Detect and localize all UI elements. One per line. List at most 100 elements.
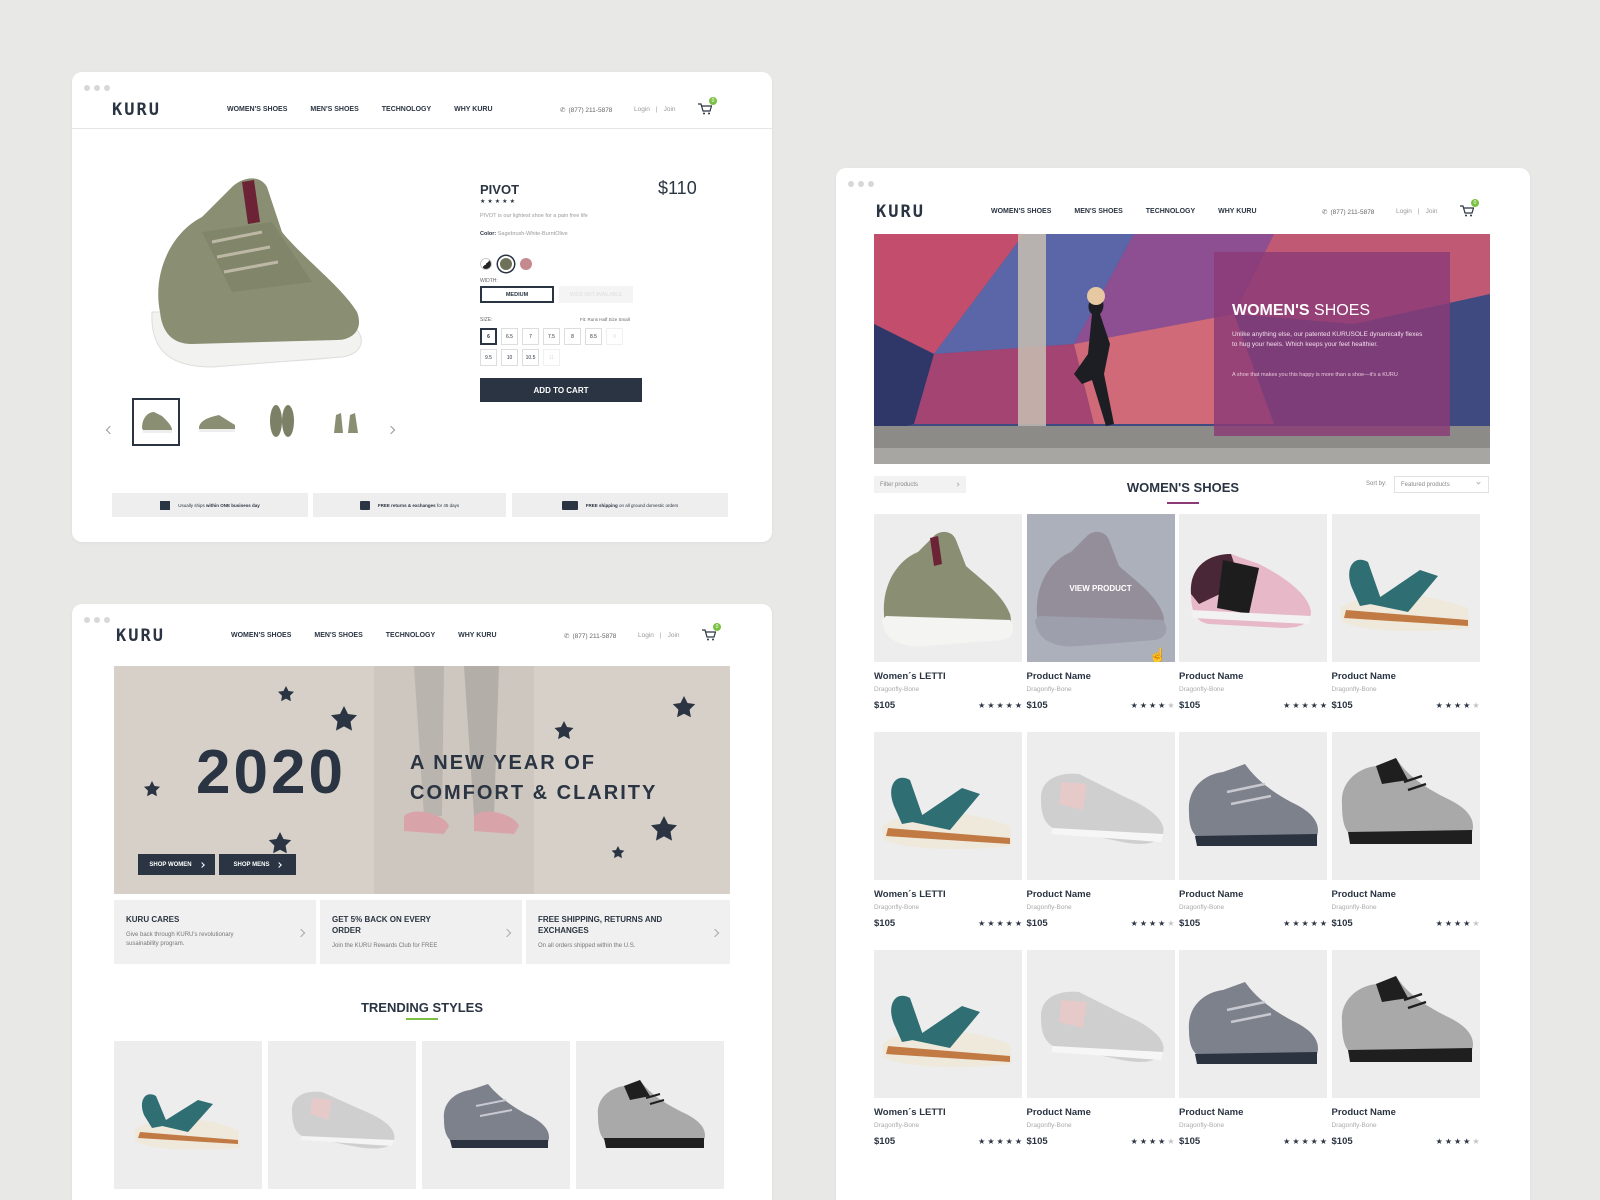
- login-link[interactable]: Login: [634, 106, 650, 113]
- width-medium-button[interactable]: MEDIUM: [480, 286, 554, 303]
- thumbnail-3[interactable]: [262, 400, 302, 442]
- product-image[interactable]: [874, 514, 1022, 662]
- shop-mens-button[interactable]: SHOP MENS: [219, 854, 296, 875]
- nav-technology[interactable]: TECHNOLOGY: [382, 106, 431, 113]
- join-link[interactable]: Join: [664, 106, 676, 113]
- phone-number[interactable]: ✆ (877) 211-5878: [560, 106, 612, 115]
- nav-mens[interactable]: MEN'S SHOES: [1074, 208, 1122, 215]
- product-colorway: Dragonfly-Bone: [1179, 1122, 1225, 1129]
- product-image[interactable]: [1026, 950, 1175, 1098]
- product-card[interactable]: Product Name Dragonfly-Bone $105 ★ ★ ★ ★ ★: [1331, 732, 1480, 929]
- product-card[interactable]: Product Name Dragonfly-Bone $105 ★ ★ ★ ★ ★: [1026, 950, 1175, 1147]
- size-option[interactable]: 10.5: [522, 349, 539, 366]
- nav-why-kuru[interactable]: WHY KURU: [458, 632, 496, 639]
- product-image[interactable]: [1179, 950, 1327, 1098]
- nav-womens[interactable]: WOMEN'S SHOES: [991, 208, 1051, 215]
- cart-icon[interactable]: 0: [702, 623, 721, 642]
- cart-icon[interactable]: 0: [698, 97, 717, 116]
- thumbnail-2[interactable]: [196, 402, 238, 444]
- product-card[interactable]: Product Name Dragonfly-Bone $105 ★ ★ ★ ★ ★: [1179, 950, 1327, 1147]
- login-link[interactable]: Login: [638, 632, 654, 639]
- trending-card-3[interactable]: [422, 1041, 570, 1189]
- product-card[interactable]: Women´s LETTI Dragonfly-Bone $105 ★ ★ ★ ★ ★: [874, 514, 1022, 711]
- sort-dropdown[interactable]: Featured products: [1394, 476, 1489, 493]
- swatch-black-white[interactable]: [480, 258, 492, 270]
- swatch-olive-selected[interactable]: [498, 256, 514, 272]
- product-name[interactable]: Product Name: [1332, 889, 1480, 900]
- product-card[interactable]: Women´s LETTI Dragonfly-Bone $105 ★ ★ ★ ★ ★: [874, 950, 1022, 1147]
- swatch-rose[interactable]: [520, 258, 532, 270]
- shop-women-button[interactable]: SHOP WOMEN: [138, 854, 215, 875]
- size-option[interactable]: 6: [480, 328, 497, 345]
- promo-kuru-cares[interactable]: KURU CARES Give back through KURU's revo…: [114, 900, 316, 964]
- product-name[interactable]: Product Name: [1027, 1107, 1175, 1118]
- size-option[interactable]: 7: [522, 328, 539, 345]
- product-image[interactable]: [1179, 514, 1327, 662]
- thumbnail-4[interactable]: [326, 402, 366, 442]
- phone-number[interactable]: ✆ (877) 211-5878: [564, 632, 616, 641]
- product-card[interactable]: Product Name Dragonfly-Bone $105 ★ ★ ★ ★ ★: [1179, 732, 1327, 929]
- product-image[interactable]: [1026, 732, 1175, 880]
- product-price: $105: [874, 918, 896, 929]
- trending-card-1[interactable]: [114, 1041, 262, 1189]
- trending-card-2[interactable]: [268, 1041, 416, 1189]
- nav-mens[interactable]: MEN'S SHOES: [314, 632, 362, 639]
- size-option[interactable]: 8: [564, 328, 581, 345]
- nav-technology[interactable]: TECHNOLOGY: [386, 632, 435, 639]
- product-name[interactable]: Product Name: [1179, 889, 1327, 900]
- product-card[interactable]: VIEW PRODUCT ☝ Product Name Dragonfly-Bone $…: [1026, 514, 1175, 711]
- benefit-shipping: FREE shipping on all ground domestic ord…: [512, 493, 728, 517]
- nav-womens[interactable]: WOMEN'S SHOES: [227, 106, 287, 113]
- trending-card-4[interactable]: [576, 1041, 724, 1189]
- kuru-logo[interactable]: KURU: [876, 202, 925, 222]
- thumb-next-arrow[interactable]: [386, 420, 398, 435]
- thumbnail-1[interactable]: [132, 398, 180, 446]
- product-card[interactable]: Women´s LETTI Dragonfly-Bone $105 ★ ★ ★ ★ ★: [874, 732, 1022, 929]
- product-image[interactable]: [1331, 950, 1480, 1098]
- promo-free-shipping[interactable]: FREE SHIPPING, RETURNS AND EXCHANGES On …: [526, 900, 730, 964]
- product-image[interactable]: [1331, 732, 1480, 880]
- product-image[interactable]: VIEW PRODUCT ☝: [1026, 514, 1175, 662]
- product-name[interactable]: Product Name: [1179, 671, 1327, 682]
- cart-icon[interactable]: 0: [1460, 199, 1479, 218]
- product-name[interactable]: Product Name: [1332, 1107, 1480, 1118]
- promo-rewards[interactable]: GET 5% BACK ON EVERY ORDER Join the KURU…: [320, 900, 522, 964]
- kuru-logo[interactable]: KURU: [116, 626, 165, 646]
- size-option[interactable]: 10: [501, 349, 518, 366]
- product-image[interactable]: [1179, 732, 1327, 880]
- thumb-prev-arrow[interactable]: [105, 420, 117, 435]
- size-option[interactable]: 8.5: [585, 328, 602, 345]
- nav-why-kuru[interactable]: WHY KURU: [454, 106, 492, 113]
- view-product-overlay[interactable]: VIEW PRODUCT ☝: [1026, 514, 1175, 662]
- product-image[interactable]: [874, 732, 1022, 880]
- product-name[interactable]: Women´s LETTI: [874, 671, 1022, 682]
- cart-count: 0: [713, 623, 721, 631]
- product-name[interactable]: Product Name: [1027, 671, 1175, 682]
- product-name[interactable]: Product Name: [1332, 671, 1480, 682]
- nav-mens[interactable]: MEN'S SHOES: [310, 106, 358, 113]
- product-image[interactable]: [874, 950, 1022, 1098]
- kuru-logo[interactable]: KURU: [112, 100, 161, 120]
- product-name[interactable]: Women´s LETTI: [874, 889, 1022, 900]
- add-to-cart-button[interactable]: ADD TO CART: [480, 378, 642, 402]
- chevron-right-icon: [502, 928, 512, 938]
- product-name[interactable]: Women´s LETTI: [874, 1107, 1022, 1118]
- product-card[interactable]: Product Name Dragonfly-Bone $105 ★ ★ ★ ★ ★: [1331, 514, 1480, 711]
- nav-technology[interactable]: TECHNOLOGY: [1146, 208, 1195, 215]
- size-option[interactable]: 6.5: [501, 328, 518, 345]
- product-name[interactable]: Product Name: [1027, 889, 1175, 900]
- product-card[interactable]: Product Name Dragonfly-Bone $105 ★ ★ ★ ★ ★: [1026, 732, 1175, 929]
- star-filled-icon: ★: [1435, 919, 1443, 928]
- join-link[interactable]: Join: [668, 632, 680, 639]
- size-option[interactable]: 9.5: [480, 349, 497, 366]
- nav-womens[interactable]: WOMEN'S SHOES: [231, 632, 291, 639]
- nav-why-kuru[interactable]: WHY KURU: [1218, 208, 1256, 215]
- login-link[interactable]: Login: [1396, 208, 1412, 215]
- product-card[interactable]: Product Name Dragonfly-Bone $105 ★ ★ ★ ★ ★: [1179, 514, 1327, 711]
- join-link[interactable]: Join: [1426, 208, 1438, 215]
- product-card[interactable]: Product Name Dragonfly-Bone $105 ★ ★ ★ ★ ★: [1331, 950, 1480, 1147]
- size-option[interactable]: 7.5: [543, 328, 560, 345]
- product-image[interactable]: [1331, 514, 1480, 662]
- phone-number[interactable]: ✆ (877) 211-5878: [1322, 208, 1374, 217]
- product-name[interactable]: Product Name: [1179, 1107, 1327, 1118]
